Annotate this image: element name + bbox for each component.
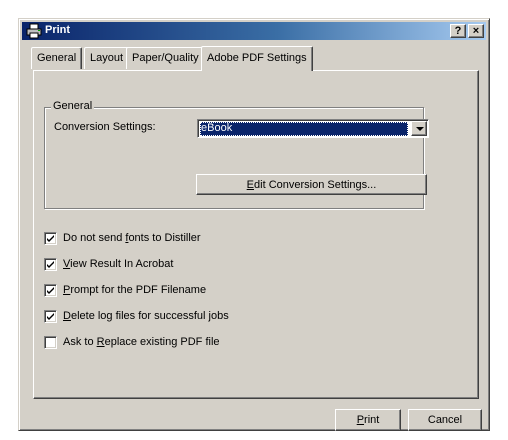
option-label: Do not send fonts to Distiller xyxy=(63,232,201,244)
checkbox[interactable] xyxy=(44,258,57,271)
option-label: View Result In Acrobat xyxy=(63,258,174,270)
option-label: Delete log files for successful jobs xyxy=(63,310,229,322)
checkbox[interactable] xyxy=(44,336,57,349)
close-button[interactable]: × xyxy=(468,24,484,38)
conversion-settings-label: Conversion Settings: xyxy=(54,121,156,133)
tab-layout[interactable]: Layout xyxy=(84,47,130,69)
printer-icon xyxy=(26,23,42,39)
chevron-down-icon xyxy=(416,127,424,131)
tab-general[interactable]: General xyxy=(31,47,83,69)
tab-panel: General Conversion Settings: eBook Edit … xyxy=(33,70,479,399)
tab-adobe-pdf-settings[interactable]: Adobe PDF Settings xyxy=(201,46,313,71)
checkmark-icon xyxy=(47,261,54,268)
option-label: Prompt for the PDF Filename xyxy=(63,284,207,296)
checkmark-icon xyxy=(47,235,54,242)
checkbox[interactable] xyxy=(44,310,57,323)
checkbox[interactable] xyxy=(44,284,57,297)
checkmark-icon xyxy=(47,313,54,320)
cancel-button[interactable]: Cancel xyxy=(408,409,482,431)
checkbox[interactable] xyxy=(44,232,57,245)
conversion-settings-value: eBook xyxy=(200,122,408,136)
print-button[interactable]: Print xyxy=(335,409,401,431)
conversion-settings-select[interactable]: eBook xyxy=(197,119,429,138)
title-bar[interactable]: Print ? × xyxy=(22,22,486,40)
option-label: Ask to Replace existing PDF file xyxy=(63,336,220,348)
dropdown-button[interactable] xyxy=(411,121,427,136)
tab-paper-quality[interactable]: Paper/Quality xyxy=(126,47,205,69)
help-button[interactable]: ? xyxy=(450,24,466,38)
checkmark-icon xyxy=(47,287,54,294)
print-dialog: Print ? × General Layout Paper/Quality A… xyxy=(18,18,490,431)
edit-conversion-settings-button[interactable]: Edit Conversion Settings... xyxy=(196,174,427,195)
window-title: Print xyxy=(45,24,71,36)
group-label: General xyxy=(51,100,95,112)
